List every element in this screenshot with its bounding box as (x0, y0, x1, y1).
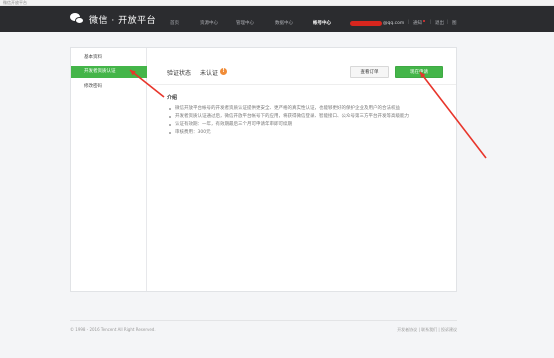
nav-management-center[interactable]: 管理中心 (236, 20, 254, 26)
account-email[interactable]: @qq.com (350, 20, 404, 26)
copyright-text: © 1998 - 2016 Tencent All Right Reserved… (70, 327, 156, 332)
notify-link[interactable]: 通知 (413, 20, 425, 26)
content-area: 验证状态 未认证 ! 查看订单 现在申请 介绍 微信开放平台帐号的开发者资质认证… (148, 48, 456, 291)
footer-link-contact[interactable]: 联系我们 (421, 327, 437, 332)
status-label: 验证状态 (167, 70, 192, 77)
intro-list: 微信开放平台帐号的开发者资质认证提供更安全、更严格的真实性认证，也能够更好的保护… (167, 105, 447, 137)
notify-dot-icon (423, 20, 425, 22)
nav-data-center[interactable]: 数据中心 (275, 20, 293, 26)
logout-link[interactable]: 退出 (435, 20, 444, 26)
view-order-button[interactable]: 查看订单 (350, 66, 389, 78)
header-separator: | (447, 20, 449, 25)
sidebar: 基本资料 开发者资质认证 修改密码 (71, 48, 147, 291)
list-item: 审核费用：300元 (167, 129, 447, 137)
warning-icon[interactable]: ! (220, 68, 227, 75)
list-item: 认证有效期：一年，有效期最后三个月可申请年审即可续期 (167, 121, 447, 129)
sidebar-item-basic-info[interactable]: 基本资料 (71, 52, 147, 64)
notify-label: 通知 (413, 21, 422, 26)
wechat-logo-icon (70, 13, 85, 25)
verification-status-row: 验证状态 未认证 ! 查看订单 现在申请 (148, 48, 456, 85)
intro-section: 介绍 微信开放平台帐号的开发者资质认证提供更安全、更严格的真实性认证，也能够更好… (167, 94, 447, 137)
footer-link-feedback[interactable]: 投诉建议 (441, 327, 457, 332)
top-header: 微信 · 开放平台 首页 资源中心 管理中心 数据中心 帐号中心 @qq.com… (0, 6, 554, 32)
sidebar-item-developer-verification[interactable]: 开发者资质认证 (71, 66, 147, 78)
list-item: 开发者资质认证通过后，微信开放平台帐号下的应用，将获得微信登录、智能接口、公众号… (167, 113, 447, 121)
header-extra-link[interactable]: 图 (452, 20, 457, 26)
apply-now-button[interactable]: 现在申请 (395, 66, 443, 78)
header-separator: | (430, 20, 432, 25)
footer-links: 开发者协议 | 联系我们 | 投诉建议 (397, 327, 457, 333)
intro-title: 介绍 (167, 95, 178, 101)
logo-text: 微信 · 开放平台 (89, 15, 157, 26)
nav-home[interactable]: 首页 (170, 20, 179, 26)
status-value: 未认证 (200, 70, 219, 77)
footer-link-developer-agreement[interactable]: 开发者协议 (397, 327, 417, 332)
list-item: 微信开放平台帐号的开发者资质认证提供更安全、更严格的真实性认证，也能够更好的保护… (167, 105, 447, 113)
nav-resource-center[interactable]: 资源中心 (200, 20, 218, 26)
main-panel: 基本资料 开发者资质认证 修改密码 验证状态 未认证 ! 查看订单 现在申请 介… (70, 47, 457, 292)
redacted-email-mark (350, 20, 382, 26)
site-logo[interactable]: 微信 · 开放平台 (70, 12, 156, 26)
email-suffix: @qq.com (383, 20, 405, 26)
header-separator: | (408, 20, 410, 25)
page-footer: © 1998 - 2016 Tencent All Right Reserved… (70, 320, 457, 336)
nav-account-center[interactable]: 帐号中心 (313, 20, 331, 26)
sidebar-item-change-password[interactable]: 修改密码 (71, 81, 147, 93)
